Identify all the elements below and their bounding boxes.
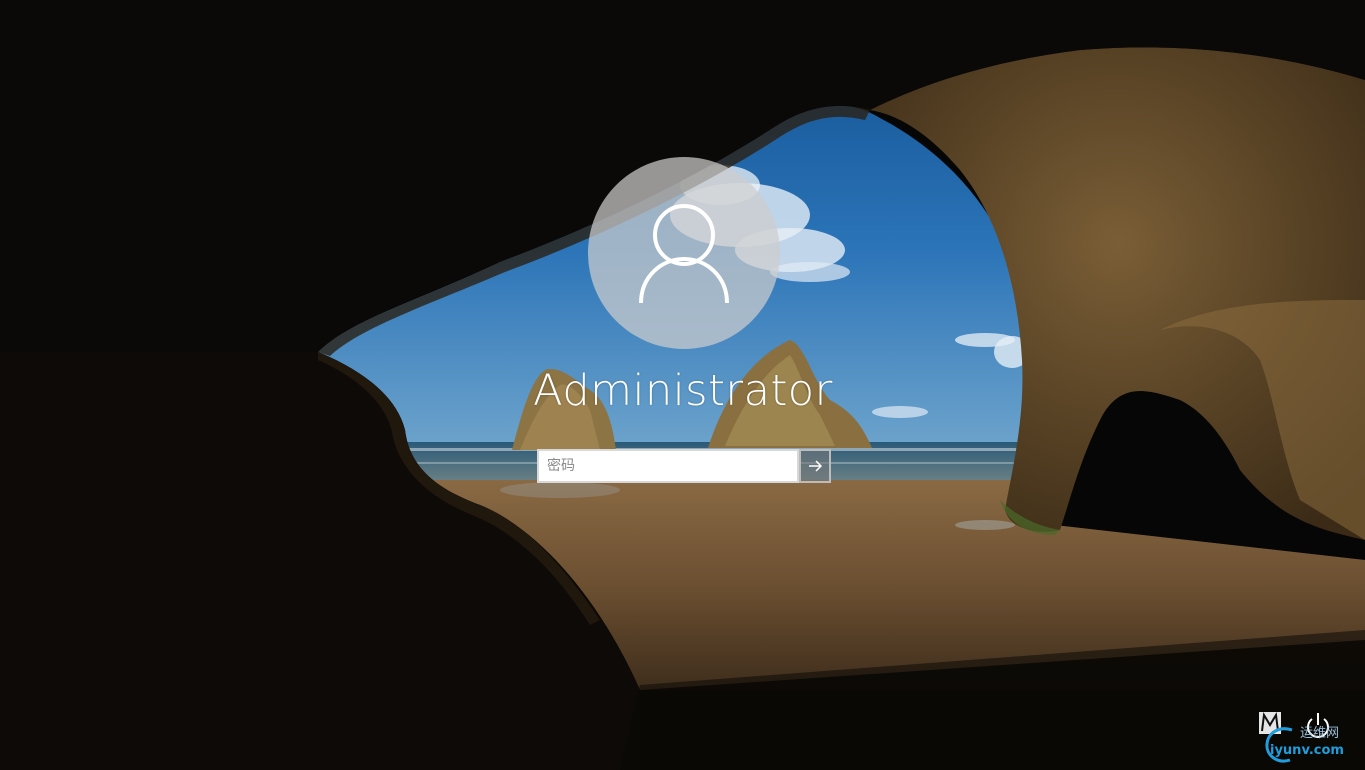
arrow-right-icon: [809, 460, 823, 472]
submit-button[interactable]: [799, 449, 831, 483]
password-input[interactable]: [537, 449, 799, 483]
user-avatar: [588, 157, 780, 349]
lock-screen: Administrator 运维网 iyunv.com: [0, 0, 1365, 770]
password-form: [537, 449, 831, 483]
watermark-text-cn: 运维网: [1300, 726, 1340, 741]
user-silhouette-icon: [639, 204, 729, 304]
watermark-text-url: iyunv.com: [1270, 743, 1344, 758]
watermark: 运维网 iyunv.com: [1262, 722, 1362, 766]
username-label: Administrator: [533, 366, 833, 416]
